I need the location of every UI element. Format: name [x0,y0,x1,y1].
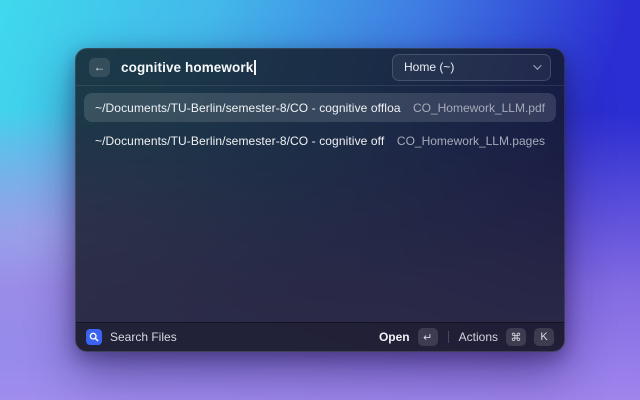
chevron-down-icon [533,61,541,69]
command-name: Search Files [110,330,177,344]
result-row[interactable]: ~/Documents/TU-Berlin/semester-8/CO - co… [84,126,556,155]
back-button[interactable]: ← [89,58,110,77]
open-action-button[interactable]: Open [379,330,410,344]
cmd-key-icon: ⌘ [506,328,526,346]
search-input[interactable]: cognitive homework [121,60,256,75]
search-bar: ← cognitive homework Home (~) [76,49,564,86]
actions-menu-button[interactable]: Actions [459,330,498,344]
text-caret [254,60,256,75]
search-input-value: cognitive homework [121,60,253,75]
enter-key-icon: ↵ [418,328,438,346]
search-files-window: ← cognitive homework Home (~) ~/Document… [75,48,565,352]
back-arrow-icon: ← [94,60,106,74]
result-path: ~/Documents/TU-Berlin/semester-8/CO - co… [95,101,401,115]
search-icon [86,329,102,345]
magnifier-glyph [89,332,99,342]
result-filename: CO_Homework_LLM.pdf [413,101,545,115]
scope-dropdown-value: Home (~) [404,60,454,74]
footer-actions: Open ↵ Actions ⌘ K [379,328,554,346]
scope-dropdown[interactable]: Home (~) [392,54,551,81]
results-list: ~/Documents/TU-Berlin/semester-8/CO - co… [76,86,564,322]
action-bar: Search Files Open ↵ Actions ⌘ K [76,322,564,351]
k-key-icon: K [534,328,554,346]
result-filename: CO_Homework_LLM.pages [397,134,545,148]
footer-divider [448,331,449,343]
result-row-selected[interactable]: ~/Documents/TU-Berlin/semester-8/CO - co… [84,93,556,122]
result-path: ~/Documents/TU-Berlin/semester-8/CO - co… [95,134,385,148]
